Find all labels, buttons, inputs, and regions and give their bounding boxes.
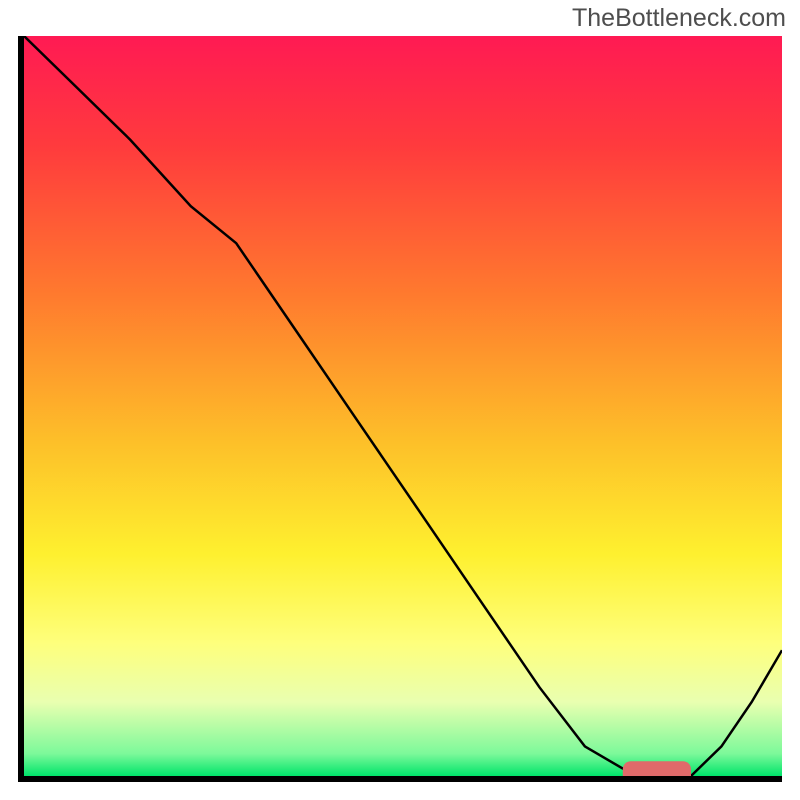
optimal-range-marker [623,761,691,776]
watermark-text: TheBottleneck.com [572,4,786,33]
plot-area [24,36,782,776]
chart-container: TheBottleneck.com [0,0,800,800]
chart-svg [24,36,782,776]
